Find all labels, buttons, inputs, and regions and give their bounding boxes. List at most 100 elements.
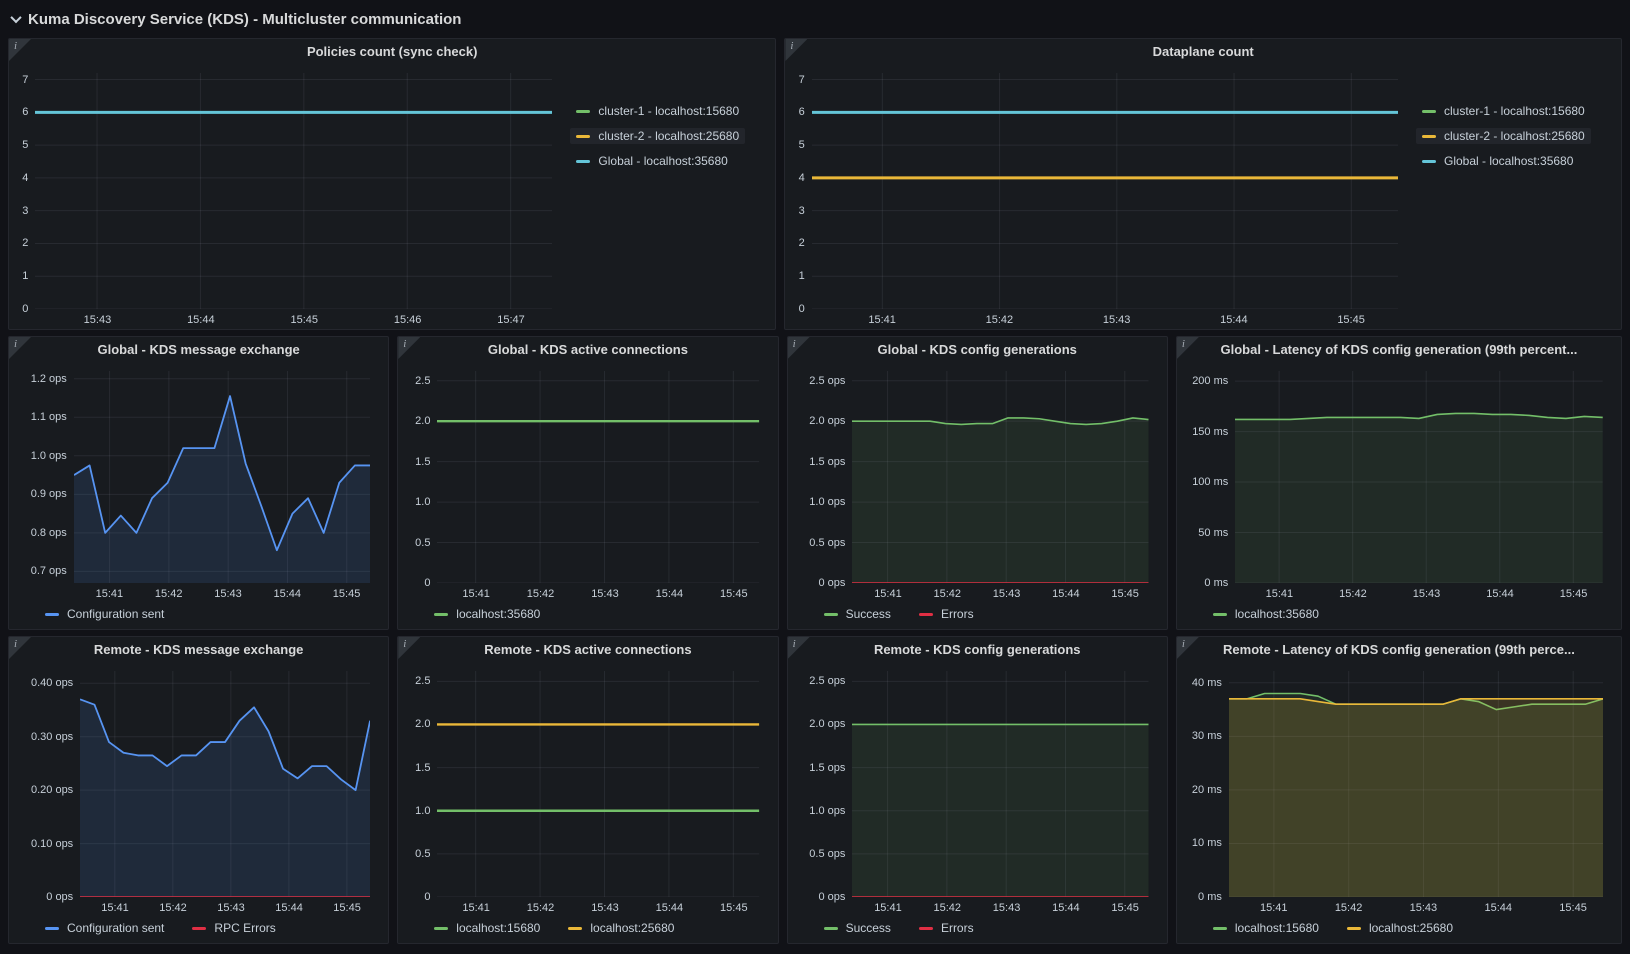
legend-item-success[interactable]: Success bbox=[818, 920, 897, 936]
panel-title[interactable]: Remote - KDS message exchange bbox=[9, 637, 388, 663]
legend: cluster-1 - localhost:15680 cluster-2 - l… bbox=[570, 65, 775, 329]
legend-label: Errors bbox=[941, 921, 974, 935]
panel-title[interactable]: Global - KDS active connections bbox=[398, 337, 777, 363]
panel-title[interactable]: Remote - KDS config generations bbox=[788, 637, 1167, 663]
plot-canvas[interactable] bbox=[74, 371, 370, 583]
plot-canvas[interactable] bbox=[35, 73, 552, 309]
x-tick-label: 15:45 bbox=[1337, 314, 1365, 326]
x-axis-labels: 15:4115:4215:4315:4415:45 bbox=[80, 897, 370, 917]
x-tick-label: 15:44 bbox=[275, 902, 303, 914]
panel-title[interactable]: Remote - KDS active connections bbox=[398, 637, 777, 663]
x-tick-label: 15:41 bbox=[462, 588, 490, 600]
legend-item-global-localhost-35680[interactable]: Global - localhost:35680 bbox=[570, 153, 733, 169]
y-tick-label: 10 ms bbox=[1192, 837, 1222, 849]
legend-item-cluster-2-localhost-25680[interactable]: cluster-2 - localhost:25680 bbox=[570, 128, 745, 144]
y-tick-label: 1.0 ops bbox=[809, 805, 845, 817]
legend-swatch bbox=[45, 613, 59, 616]
y-tick-label: 7 bbox=[799, 74, 805, 86]
legend-item-configuration-sent[interactable]: Configuration sent bbox=[39, 606, 170, 622]
plot-canvas[interactable] bbox=[1235, 371, 1603, 583]
legend-swatch bbox=[1213, 927, 1227, 930]
y-tick-label: 20 ms bbox=[1192, 784, 1222, 796]
legend-label: cluster-2 - localhost:25680 bbox=[1444, 129, 1585, 143]
chart-plot-area: 0 ops0.5 ops1.0 ops1.5 ops2.0 ops2.5 ops… bbox=[796, 665, 1161, 917]
y-tick-label: 5 bbox=[799, 139, 805, 151]
y-tick-label: 1 bbox=[799, 270, 805, 282]
legend-swatch bbox=[1422, 160, 1436, 163]
legend-item-rpc-errors[interactable]: RPC Errors bbox=[186, 920, 281, 936]
legend-label: Success bbox=[846, 607, 891, 621]
y-tick-label: 6 bbox=[799, 106, 805, 118]
plot-canvas[interactable] bbox=[852, 671, 1149, 897]
x-axis-labels: 15:4115:4215:4315:4415:45 bbox=[1235, 583, 1603, 603]
legend-item-localhost-15680[interactable]: localhost:15680 bbox=[1207, 920, 1325, 936]
y-tick-label: 0.8 ops bbox=[31, 527, 67, 539]
x-tick-label: 15:42 bbox=[933, 902, 961, 914]
legend-item-cluster-1-localhost-15680[interactable]: cluster-1 - localhost:15680 bbox=[1416, 103, 1591, 119]
panel-title[interactable]: Dataplane count bbox=[785, 39, 1621, 65]
x-tick-label: 15:45 bbox=[720, 902, 748, 914]
legend-item-cluster-2-localhost-25680[interactable]: cluster-2 - localhost:25680 bbox=[1416, 128, 1591, 144]
legend-item-localhost-15680[interactable]: localhost:15680 bbox=[428, 920, 546, 936]
legend-swatch bbox=[45, 927, 59, 930]
panel-title[interactable]: Remote - Latency of KDS config generatio… bbox=[1177, 637, 1621, 663]
legend-item-localhost-35680[interactable]: localhost:35680 bbox=[1207, 606, 1325, 622]
plot-canvas[interactable] bbox=[437, 671, 759, 897]
y-tick-label: 0.30 ops bbox=[31, 731, 73, 743]
plot-canvas[interactable] bbox=[80, 671, 370, 897]
y-axis-labels: 0 ms50 ms100 ms150 ms200 ms bbox=[1185, 371, 1235, 583]
legend-item-success[interactable]: Success bbox=[818, 606, 897, 622]
panel-title[interactable]: Global - KDS message exchange bbox=[9, 337, 388, 363]
x-tick-label: 15:44 bbox=[274, 588, 302, 600]
x-tick-label: 15:42 bbox=[527, 588, 555, 600]
row-header-kds[interactable]: Kuma Discovery Service (KDS) - Multiclus… bbox=[8, 6, 1622, 32]
x-tick-label: 15:43 bbox=[1103, 314, 1131, 326]
legend-item-localhost-25680[interactable]: localhost:25680 bbox=[562, 920, 680, 936]
y-tick-label: 0 ops bbox=[818, 891, 845, 903]
legend-label: localhost:25680 bbox=[590, 921, 674, 935]
y-tick-label: 2.5 ops bbox=[809, 375, 845, 387]
legend-item-global-localhost-35680[interactable]: Global - localhost:35680 bbox=[1416, 153, 1579, 169]
x-tick-label: 15:43 bbox=[591, 588, 619, 600]
y-tick-label: 7 bbox=[22, 74, 28, 86]
legend-item-errors[interactable]: Errors bbox=[913, 920, 980, 936]
panel-title[interactable]: Global - KDS config generations bbox=[788, 337, 1167, 363]
panel-policies-count-sync-check: iPolicies count (sync check)0123456715:4… bbox=[8, 38, 776, 330]
legend-swatch bbox=[576, 160, 590, 163]
x-tick-label: 15:44 bbox=[1484, 902, 1512, 914]
legend-item-configuration-sent[interactable]: Configuration sent bbox=[39, 920, 170, 936]
y-tick-label: 0.5 ops bbox=[809, 848, 845, 860]
y-axis-labels: 0 ops0.5 ops1.0 ops1.5 ops2.0 ops2.5 ops bbox=[796, 671, 853, 897]
y-tick-label: 2.5 bbox=[415, 375, 430, 387]
x-tick-label: 15:45 bbox=[290, 314, 318, 326]
y-tick-label: 3 bbox=[22, 205, 28, 217]
panel-body: 0 ms10 ms20 ms30 ms40 ms15:4115:4215:431… bbox=[1177, 663, 1621, 917]
legend-item-localhost-35680[interactable]: localhost:35680 bbox=[428, 606, 546, 622]
x-tick-label: 15:44 bbox=[1052, 902, 1080, 914]
panel-body: 00.51.01.52.02.515:4115:4215:4315:4415:4… bbox=[398, 663, 777, 917]
plot-canvas[interactable] bbox=[437, 371, 759, 583]
legend-item-errors[interactable]: Errors bbox=[913, 606, 980, 622]
y-tick-label: 50 ms bbox=[1198, 527, 1228, 539]
chevron-down-icon bbox=[10, 12, 21, 23]
legend-swatch bbox=[576, 110, 590, 113]
panel-title[interactable]: Global - Latency of KDS config generatio… bbox=[1177, 337, 1621, 363]
y-tick-label: 150 ms bbox=[1192, 426, 1228, 438]
plot-canvas[interactable] bbox=[1229, 671, 1603, 897]
legend-label: localhost:25680 bbox=[1369, 921, 1453, 935]
plot-canvas[interactable] bbox=[812, 73, 1398, 309]
legend-label: Errors bbox=[941, 607, 974, 621]
panel-title[interactable]: Policies count (sync check) bbox=[9, 39, 775, 65]
legend-item-localhost-25680[interactable]: localhost:25680 bbox=[1341, 920, 1459, 936]
x-tick-label: 15:42 bbox=[159, 902, 187, 914]
y-axis-labels: 0.7 ops0.8 ops0.9 ops1.0 ops1.1 ops1.2 o… bbox=[17, 371, 74, 583]
legend: Configuration sent bbox=[9, 603, 388, 629]
y-tick-label: 2.0 ops bbox=[809, 718, 845, 730]
legend: Success Errors bbox=[788, 917, 1167, 943]
panel-row-bottom: iRemote - KDS message exchange0 ops0.10 … bbox=[8, 636, 1622, 944]
legend-item-cluster-1-localhost-15680[interactable]: cluster-1 - localhost:15680 bbox=[570, 103, 745, 119]
y-tick-label: 2.0 ops bbox=[809, 415, 845, 427]
chart-plot-area: 0.7 ops0.8 ops0.9 ops1.0 ops1.1 ops1.2 o… bbox=[17, 365, 382, 603]
x-tick-label: 15:45 bbox=[1111, 588, 1139, 600]
plot-canvas[interactable] bbox=[852, 371, 1149, 583]
